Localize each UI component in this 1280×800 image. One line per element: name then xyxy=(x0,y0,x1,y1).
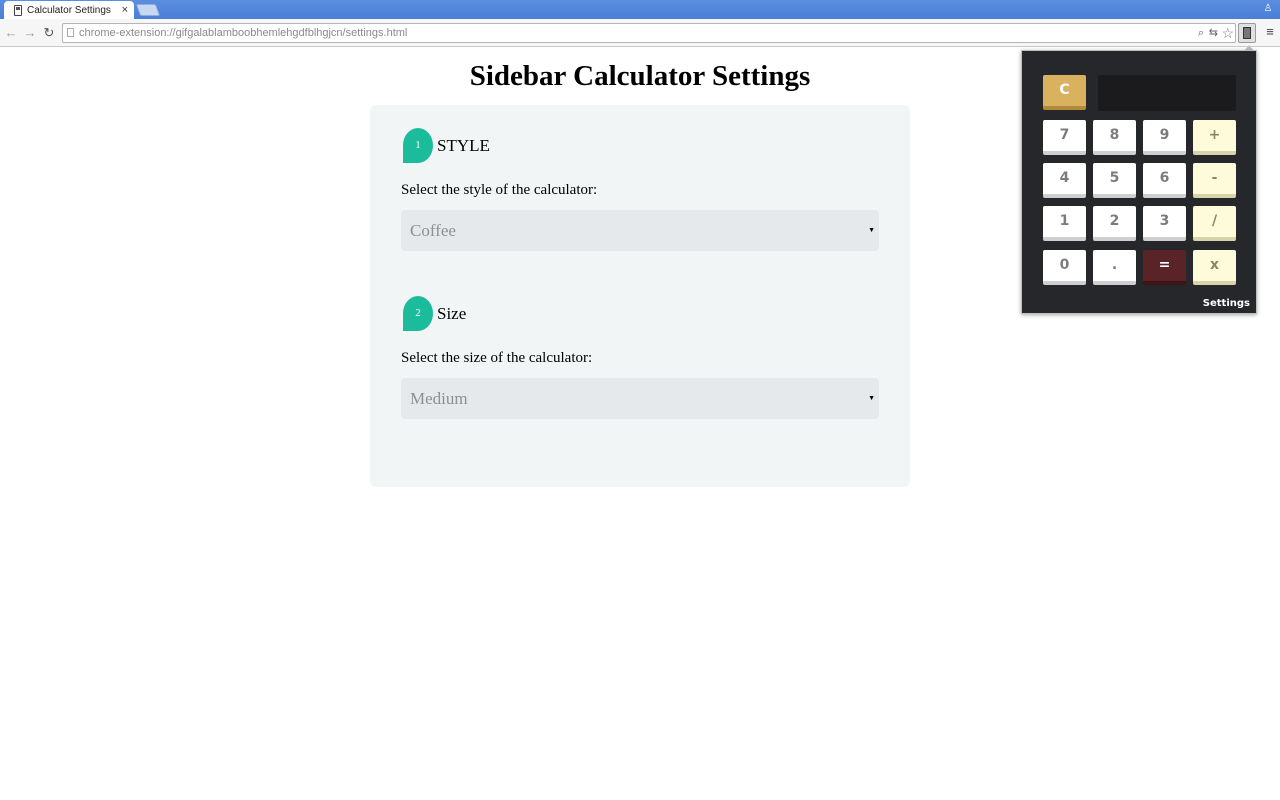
page-icon xyxy=(67,28,74,37)
clear-button[interactable]: C xyxy=(1043,75,1086,110)
divide-button[interactable]: / xyxy=(1193,206,1236,241)
zoom-icon[interactable]: ⌕ xyxy=(1198,23,1204,43)
size-description: Select the size of the calculator: xyxy=(401,350,593,366)
new-tab-button[interactable] xyxy=(135,4,161,16)
minus-button[interactable]: - xyxy=(1193,163,1236,198)
style-select[interactable]: Coffee ▼ xyxy=(401,210,879,251)
chevron-down-icon: ▼ xyxy=(868,394,875,402)
key-5-button[interactable]: 5 xyxy=(1093,163,1136,198)
key-3-button[interactable]: 3 xyxy=(1143,206,1186,241)
multiply-button[interactable]: x xyxy=(1193,250,1236,285)
size-select[interactable]: Medium ▼ xyxy=(401,378,879,419)
forward-arrow-icon[interactable]: → xyxy=(21,24,39,42)
translate-icon[interactable]: ⇆ xyxy=(1209,23,1218,43)
calculator-extension-button[interactable] xyxy=(1238,23,1256,43)
tab-title: Calculator Settings xyxy=(27,4,111,16)
key-6-button[interactable]: 6 xyxy=(1143,163,1186,198)
step-2-badge: 2 xyxy=(403,296,433,331)
key-7-button[interactable]: 7 xyxy=(1043,120,1086,155)
calculator-icon xyxy=(1243,27,1251,39)
browser-toolbar: ← → ↻ chrome-extension://gifgalablamboob… xyxy=(0,19,1280,47)
size-select-value: Medium xyxy=(410,389,468,408)
address-text: chrome-extension://gifgalablamboobhemleh… xyxy=(79,27,408,39)
key-2-button[interactable]: 2 xyxy=(1093,206,1136,241)
settings-card: 1 STYLE Select the style of the calculat… xyxy=(370,105,910,487)
decimal-button[interactable]: . xyxy=(1093,250,1136,285)
address-bar[interactable]: chrome-extension://gifgalablamboobhemleh… xyxy=(62,23,1236,43)
tab-close-icon[interactable]: × xyxy=(122,4,128,16)
calculator-display xyxy=(1098,75,1236,111)
settings-link[interactable]: Settings xyxy=(1203,298,1250,309)
key-0-button[interactable]: 0 xyxy=(1043,250,1086,285)
calculator-favicon-icon xyxy=(14,4,22,16)
menu-icon[interactable]: ≡ xyxy=(1264,25,1276,39)
reload-icon[interactable]: ↻ xyxy=(40,24,58,42)
key-4-button[interactable]: 4 xyxy=(1043,163,1086,198)
calculator-popup: C 7 8 9 + 4 5 6 - 1 2 3 / 0 . = x Settin… xyxy=(1021,50,1257,314)
style-description: Select the style of the calculator: xyxy=(401,182,598,198)
bookmark-star-icon[interactable]: ☆ xyxy=(1221,23,1234,43)
key-9-button[interactable]: 9 xyxy=(1143,120,1186,155)
back-arrow-icon[interactable]: ← xyxy=(2,24,20,42)
profile-icon[interactable]: ♙ xyxy=(1262,3,1274,15)
key-1-button[interactable]: 1 xyxy=(1043,206,1086,241)
step-2-heading: Size xyxy=(437,304,467,323)
key-8-button[interactable]: 8 xyxy=(1093,120,1136,155)
step-1-heading: STYLE xyxy=(437,136,490,155)
plus-button[interactable]: + xyxy=(1193,120,1236,155)
step-1-badge: 1 xyxy=(403,128,433,163)
chevron-down-icon: ▼ xyxy=(868,226,875,234)
equals-button[interactable]: = xyxy=(1143,250,1186,285)
tab-calculator-settings[interactable]: Calculator Settings × xyxy=(4,1,134,19)
style-select-value: Coffee xyxy=(410,221,456,240)
tab-strip: Calculator Settings × ♙ xyxy=(0,0,1280,19)
